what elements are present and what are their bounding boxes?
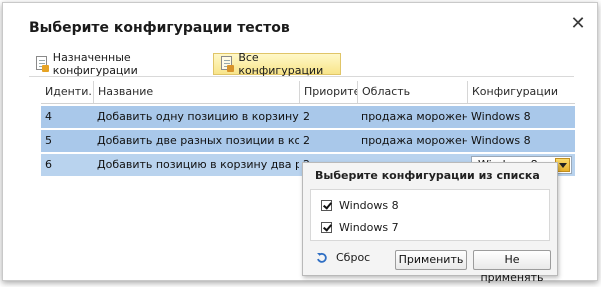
all-configurations-button[interactable]: Все конфигурации [213,51,341,77]
cell-priority: 2 [303,134,310,147]
toolbar: Назначенные конфигурации Все конфигураци… [29,51,574,77]
document-icon [35,56,49,72]
cancel-button[interactable]: Не применять [473,250,551,284]
column-header-id[interactable]: Иденти... [41,81,93,103]
configurations-popup: Выберите конфигурации из списка Windows … [302,162,558,284]
popup-footer: Сброс Применить Не применять [303,243,557,284]
cell-name: Добавить одну позицию в корзину [97,110,299,123]
configurations-list: Windows 8 Windows 7 [310,189,550,241]
reset-label: Сброс [336,251,371,264]
table-row[interactable]: 5 Добавить две разных позиции в корзину … [41,130,575,152]
cell-id: 6 [45,158,52,171]
table-row[interactable]: 4 Добавить одну позицию в корзину 2 прод… [41,106,575,128]
column-header-configurations[interactable]: Конфигурации [467,81,575,103]
column-header-area[interactable]: Область [357,81,467,103]
apply-button[interactable]: Применить [395,250,467,270]
assigned-configurations-label: Назначенные конфигурации [52,51,138,77]
cell-name: Добавить две разных позиции в корзину [97,134,299,147]
undo-icon [316,252,328,264]
dialog-title: Выберите конфигурации тестов [29,20,290,36]
grid-header: Иденти... Название Приоритет Область Кон… [41,81,575,104]
popup-title: Выберите конфигурации из списка [315,169,540,182]
document-list-icon [220,56,235,72]
checkbox-checked-icon[interactable] [321,199,332,211]
close-icon[interactable]: ✕ [570,15,586,33]
assigned-configurations-button[interactable]: Назначенные конфигурации [29,51,199,77]
cell-configurations: Windows 8 [471,134,531,147]
configuration-item-windows-8[interactable]: Windows 8 [321,197,399,213]
cell-area: продажа мороженого [361,110,467,123]
all-configurations-label: Все конфигурации [238,51,324,77]
cell-id: 4 [45,110,52,123]
configuration-item-label: Windows 8 [339,198,399,212]
cell-configurations: Windows 8 [471,110,531,123]
cell-name: Добавить позицию в корзину два раза [97,158,299,171]
column-header-name[interactable]: Название [93,81,299,103]
cell-priority: 2 [303,110,310,123]
column-header-priority[interactable]: Приоритет [299,81,357,103]
cell-id: 5 [45,134,52,147]
configuration-item-windows-7[interactable]: Windows 7 [321,219,399,235]
checkbox-checked-icon[interactable] [321,221,332,233]
cell-area: продажа мороженого [361,134,467,147]
configuration-item-label: Windows 7 [339,220,399,234]
reset-button[interactable]: Сброс [316,251,370,264]
